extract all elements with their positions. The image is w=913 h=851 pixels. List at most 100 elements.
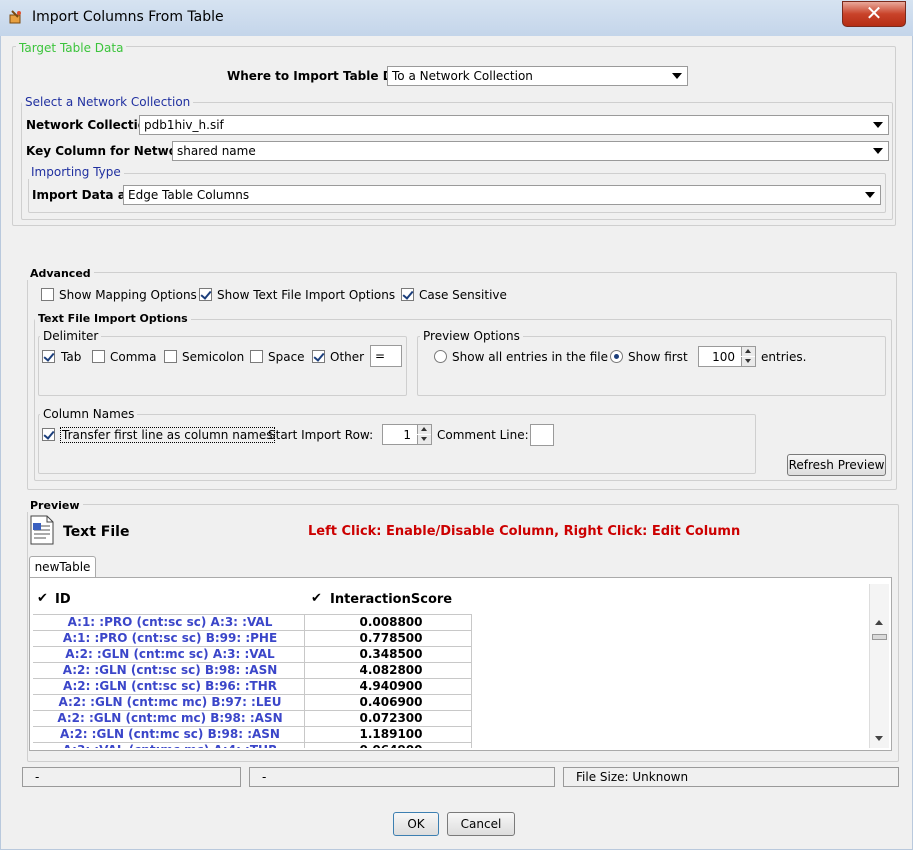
semicolon-label: Semicolon [182, 350, 245, 364]
chevron-down-icon [865, 192, 875, 198]
spinner-up-button[interactable] [417, 425, 431, 434]
tab-label: Tab [61, 350, 82, 364]
show-mapping-checkbox[interactable] [41, 288, 54, 301]
text-file-label: Text File [63, 524, 130, 540]
show-text-import-label: Show Text File Import Options [217, 288, 396, 302]
chevron-down-icon [873, 122, 883, 128]
cell-id: A:2: :GLN (cnt:sc sc) B:98: :ASN [62, 663, 278, 677]
tab-checkbox[interactable] [42, 350, 55, 363]
other-checkbox[interactable] [312, 350, 325, 363]
table-row: A:1: :PRO (cnt:sc sc) A:3: :VAL 0.008800 [33, 614, 471, 631]
cell-score: 0.778500 [359, 631, 423, 645]
check-icon: ✔ [37, 591, 48, 606]
show-first-label: Show first [628, 350, 688, 364]
chevron-up-icon [745, 349, 751, 353]
chevron-up-icon [421, 427, 427, 431]
window-title: Import Columns From Table [32, 9, 224, 25]
ok-button[interactable]: OK [393, 812, 439, 836]
cell-id: A:2: :GLN (cnt:mc mc) B:98: :ASN [57, 711, 283, 725]
where-combo[interactable]: To a Network Collection [387, 66, 688, 86]
chevron-down-icon [421, 437, 427, 441]
check-icon: ✔ [311, 591, 322, 606]
chevron-down-icon [745, 359, 751, 363]
spinner-down-button[interactable] [741, 357, 755, 366]
import-as-combo[interactable]: Edge Table Columns [123, 185, 881, 205]
cell-score: 0.348500 [359, 647, 423, 661]
text-file-icon [30, 515, 54, 545]
collection-combo[interactable]: pdb1hiv_h.sif [139, 115, 889, 135]
show-first-spinner[interactable]: 100 [698, 346, 756, 367]
scroll-down-icon[interactable] [875, 736, 883, 741]
comma-label: Comma [110, 350, 157, 364]
show-all-label: Show all entries in the file [452, 350, 608, 364]
chevron-down-icon [873, 148, 883, 154]
scrollbar-thumb[interactable] [872, 634, 887, 640]
show-mapping-label: Show Mapping Options [59, 288, 197, 302]
semicolon-checkbox[interactable] [164, 350, 177, 363]
table-row: A:1: :PRO (cnt:sc sc) B:99: :PHE 0.778500 [33, 630, 471, 647]
tab-newtable[interactable]: newTable [29, 556, 96, 577]
column-header-score[interactable]: InteractionScore [330, 592, 452, 607]
app-icon [9, 10, 21, 24]
transfer-first-line-checkbox[interactable] [42, 428, 55, 441]
show-all-radio[interactable] [434, 350, 447, 363]
cell-score: 1.189100 [359, 727, 423, 741]
table-row: A:2: :GLN (cnt:sc sc) B:96: :THR 4.940900 [33, 678, 471, 695]
cell-score: 4.940900 [359, 679, 423, 693]
key-column-value: shared name [177, 144, 256, 158]
preview-options-group [417, 336, 886, 396]
other-delimiter-input[interactable]: = [370, 345, 402, 367]
import-as-label: Import Data as: [32, 188, 138, 202]
column-header-id[interactable]: ID [55, 592, 71, 607]
title-bar: Import Columns From Table ✕ [0, 0, 913, 37]
cell-id: A:3: :VAL (cnt:mc mc) A:4: :THR [33, 742, 307, 748]
preview-table: ✔ ID ✔ InteractionScore A:1: :PRO (cnt:s… [33, 584, 870, 748]
comment-line-input[interactable] [530, 424, 554, 446]
advanced-legend: Advanced [27, 267, 94, 280]
spinner-down-button[interactable] [417, 435, 431, 444]
file-size-status: File Size: Unknown [563, 767, 899, 787]
cancel-button[interactable]: Cancel [447, 812, 515, 836]
preview-hint: Left Click: Enable/Disable Column, Right… [308, 524, 741, 539]
case-sensitive-checkbox[interactable] [401, 288, 414, 301]
start-row-label: Start Import Row: [268, 428, 374, 442]
spinner-up-button[interactable] [741, 347, 755, 356]
start-row-spinner[interactable]: 1 [382, 424, 432, 445]
key-column-combo[interactable]: shared name [172, 141, 889, 161]
cell-score: 4.082800 [359, 663, 423, 677]
table-row: A:2: :GLN (cnt:mc mc) B:98: :ASN 0.072300 [33, 710, 471, 727]
space-checkbox[interactable] [250, 350, 263, 363]
table-row: A:2: :GLN (cnt:mc mc) B:97: :LEU 0.406900 [33, 694, 471, 711]
key-column-label: Key Column for Network: [26, 144, 196, 158]
cell-id: A:2: :GLN (cnt:sc sc) B:96: :THR [62, 679, 278, 693]
target-table-legend: Target Table Data [16, 41, 127, 55]
start-row-value: 1 [403, 428, 411, 442]
import-as-value: Edge Table Columns [128, 188, 250, 202]
show-first-value: 100 [712, 350, 735, 364]
refresh-preview-button[interactable]: Refresh Preview [787, 454, 886, 476]
table-row: A:2: :GLN (cnt:mc sc) A:3: :VAL 0.348500 [33, 646, 471, 663]
show-first-radio[interactable] [610, 350, 623, 363]
cell-id: A:2: :GLN (cnt:mc mc) B:97: :LEU [58, 695, 282, 709]
vertical-scrollbar[interactable] [869, 584, 889, 748]
scroll-up-icon[interactable] [875, 620, 883, 625]
preview-options-legend: Preview Options [420, 329, 523, 343]
table-row: A:2: :GLN (cnt:mc sc) B:98: :ASN 1.189100 [33, 726, 471, 743]
comma-checkbox[interactable] [92, 350, 105, 363]
cell-score: 0.072300 [359, 711, 423, 725]
collection-value: pdb1hiv_h.sif [144, 118, 224, 132]
text-import-legend: Text File Import Options [35, 312, 191, 325]
other-label: Other [330, 350, 365, 364]
delimiter-legend: Delimiter [40, 329, 102, 343]
column-names-legend: Column Names [40, 407, 138, 421]
collection-label: Network Collection [26, 118, 155, 132]
close-button[interactable]: ✕ [842, 1, 906, 27]
preview-legend: Preview [27, 499, 83, 512]
delimiter-group [38, 336, 407, 396]
cell-score: 0.008800 [359, 615, 423, 629]
cell-id: A:1: :PRO (cnt:sc sc) A:3: :VAL [67, 615, 273, 629]
case-sensitive-label: Case Sensitive [419, 288, 507, 302]
show-text-import-checkbox[interactable] [199, 288, 212, 301]
table-row: A:3: :VAL (cnt:mc mc) A:4: :THR0.064900 [33, 742, 471, 748]
space-label: Space [268, 350, 305, 364]
